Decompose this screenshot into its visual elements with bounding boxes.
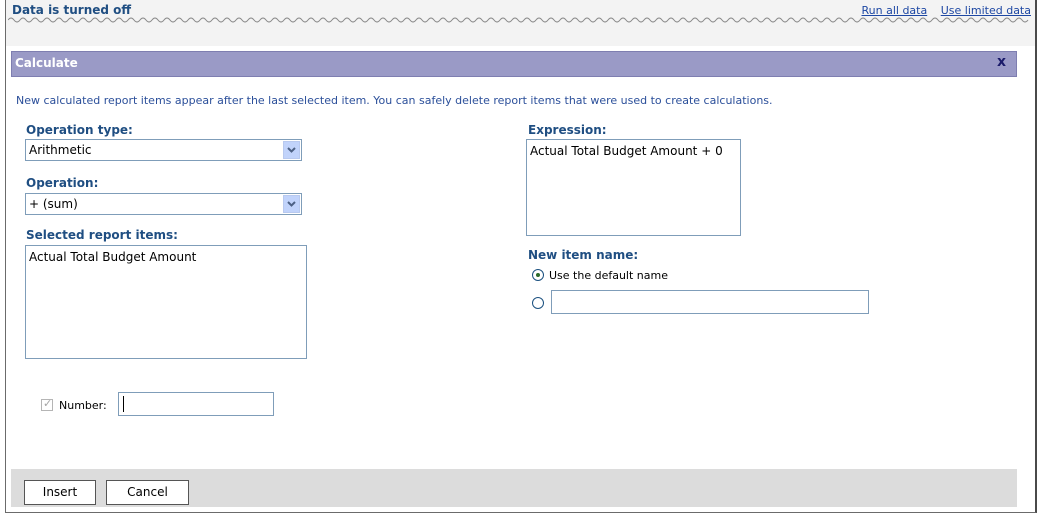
operation-type-label: Operation type:: [26, 123, 133, 137]
calculate-dialog: Calculate x New calculated report items …: [11, 51, 1017, 507]
operation-label: Operation:: [26, 176, 99, 190]
new-item-name-label: New item name:: [528, 248, 639, 262]
operation-type-value: Arithmetic: [29, 143, 92, 157]
app-frame: Data is turned off Run all data Use limi…: [5, 0, 1037, 513]
operation-value: + (sum): [29, 197, 78, 211]
default-name-radio[interactable]: [532, 269, 544, 281]
checkmark-icon: ✓: [43, 397, 53, 410]
default-name-label: Use the default name: [549, 269, 668, 282]
expression-box: Actual Total Budget Amount + 0: [526, 139, 741, 236]
operation-select[interactable]: + (sum): [25, 193, 302, 215]
text-cursor: [123, 396, 124, 412]
selected-items-listbox[interactable]: Actual Total Budget Amount: [25, 245, 307, 359]
expression-text: Actual Total Budget Amount + 0: [530, 144, 723, 158]
data-status-title: Data is turned off: [12, 3, 132, 17]
selected-items-label: Selected report items:: [26, 228, 178, 242]
operation-type-select[interactable]: Arithmetic: [25, 139, 302, 161]
custom-name-input[interactable]: [551, 290, 869, 314]
data-status-bar: Data is turned off Run all data Use limi…: [6, 0, 1035, 46]
intro-text: New calculated report items appear after…: [16, 94, 773, 107]
dialog-titlebar: Calculate x: [11, 51, 1017, 77]
expression-label: Expression:: [528, 123, 607, 137]
dropdown-arrow-icon[interactable]: [283, 195, 300, 213]
insert-button[interactable]: Insert: [24, 480, 96, 505]
close-icon[interactable]: x: [997, 54, 1006, 70]
dropdown-arrow-icon[interactable]: [283, 141, 300, 159]
cancel-button[interactable]: Cancel: [106, 480, 189, 505]
list-item[interactable]: Actual Total Budget Amount: [29, 250, 196, 264]
torn-edge-divider: [8, 17, 1029, 23]
custom-name-radio[interactable]: [532, 297, 544, 309]
number-label: Number:: [59, 399, 107, 412]
number-input[interactable]: [118, 392, 274, 416]
dialog-title: Calculate: [15, 56, 78, 70]
dialog-footer: Insert Cancel: [11, 469, 1017, 507]
number-checkbox[interactable]: ✓: [41, 397, 53, 411]
